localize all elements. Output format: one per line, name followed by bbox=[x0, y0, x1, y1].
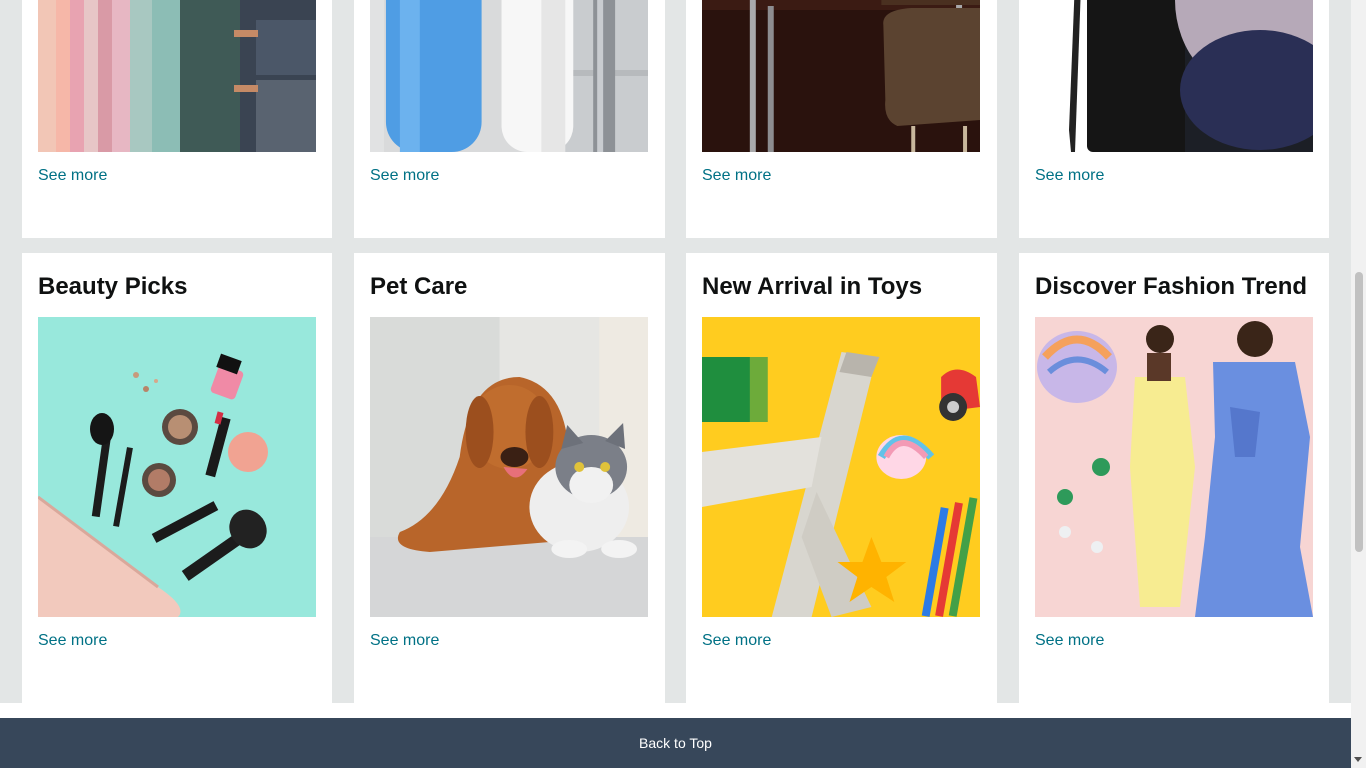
category-card-fashion: Discover Fashion Trend See more bbox=[1019, 253, 1329, 703]
see-more-link[interactable]: See more bbox=[38, 166, 107, 186]
back-to-top-button[interactable]: Back to Top bbox=[0, 718, 1351, 768]
see-more-link[interactable]: See more bbox=[702, 631, 771, 651]
footer-spacer bbox=[0, 703, 1351, 718]
card-title: Beauty Picks bbox=[38, 273, 188, 300]
category-card-toys: New Arrival in Toys See more bbox=[686, 253, 997, 703]
fashion-models-image[interactable] bbox=[1035, 317, 1313, 617]
see-more-link[interactable]: See more bbox=[1035, 631, 1104, 651]
category-card-4: See more bbox=[1019, 0, 1329, 238]
toiletries-image[interactable] bbox=[370, 0, 648, 152]
makeup-image[interactable] bbox=[38, 317, 316, 617]
toy-airplane-image[interactable] bbox=[702, 317, 980, 617]
card-title: Pet Care bbox=[370, 273, 468, 300]
see-more-link[interactable]: See more bbox=[1035, 166, 1104, 186]
dog-and-cat-image[interactable] bbox=[370, 317, 648, 617]
card-title: New Arrival in Toys bbox=[702, 273, 923, 300]
vertical-scrollbar[interactable] bbox=[1351, 0, 1366, 768]
samsung-phone-image[interactable] bbox=[1035, 0, 1313, 152]
desk-chair-image[interactable] bbox=[702, 0, 980, 152]
page: See more See more See more See more Beau… bbox=[0, 0, 1351, 768]
category-card-2: See more bbox=[354, 0, 665, 238]
category-card-beauty-picks: Beauty Picks See more bbox=[22, 253, 332, 703]
scroll-down-arrow-icon[interactable] bbox=[1354, 757, 1362, 762]
see-more-link[interactable]: See more bbox=[702, 166, 771, 186]
see-more-link[interactable]: See more bbox=[370, 631, 439, 651]
towels-image[interactable] bbox=[38, 0, 316, 152]
scrollbar-thumb[interactable] bbox=[1355, 272, 1363, 552]
see-more-link[interactable]: See more bbox=[38, 631, 107, 651]
card-title: Discover Fashion Trend bbox=[1035, 273, 1308, 300]
category-card-pet-care: Pet Care See more bbox=[354, 253, 665, 703]
category-card-1: See more bbox=[22, 0, 332, 238]
category-card-3: See more bbox=[686, 0, 997, 238]
see-more-link[interactable]: See more bbox=[370, 166, 439, 186]
